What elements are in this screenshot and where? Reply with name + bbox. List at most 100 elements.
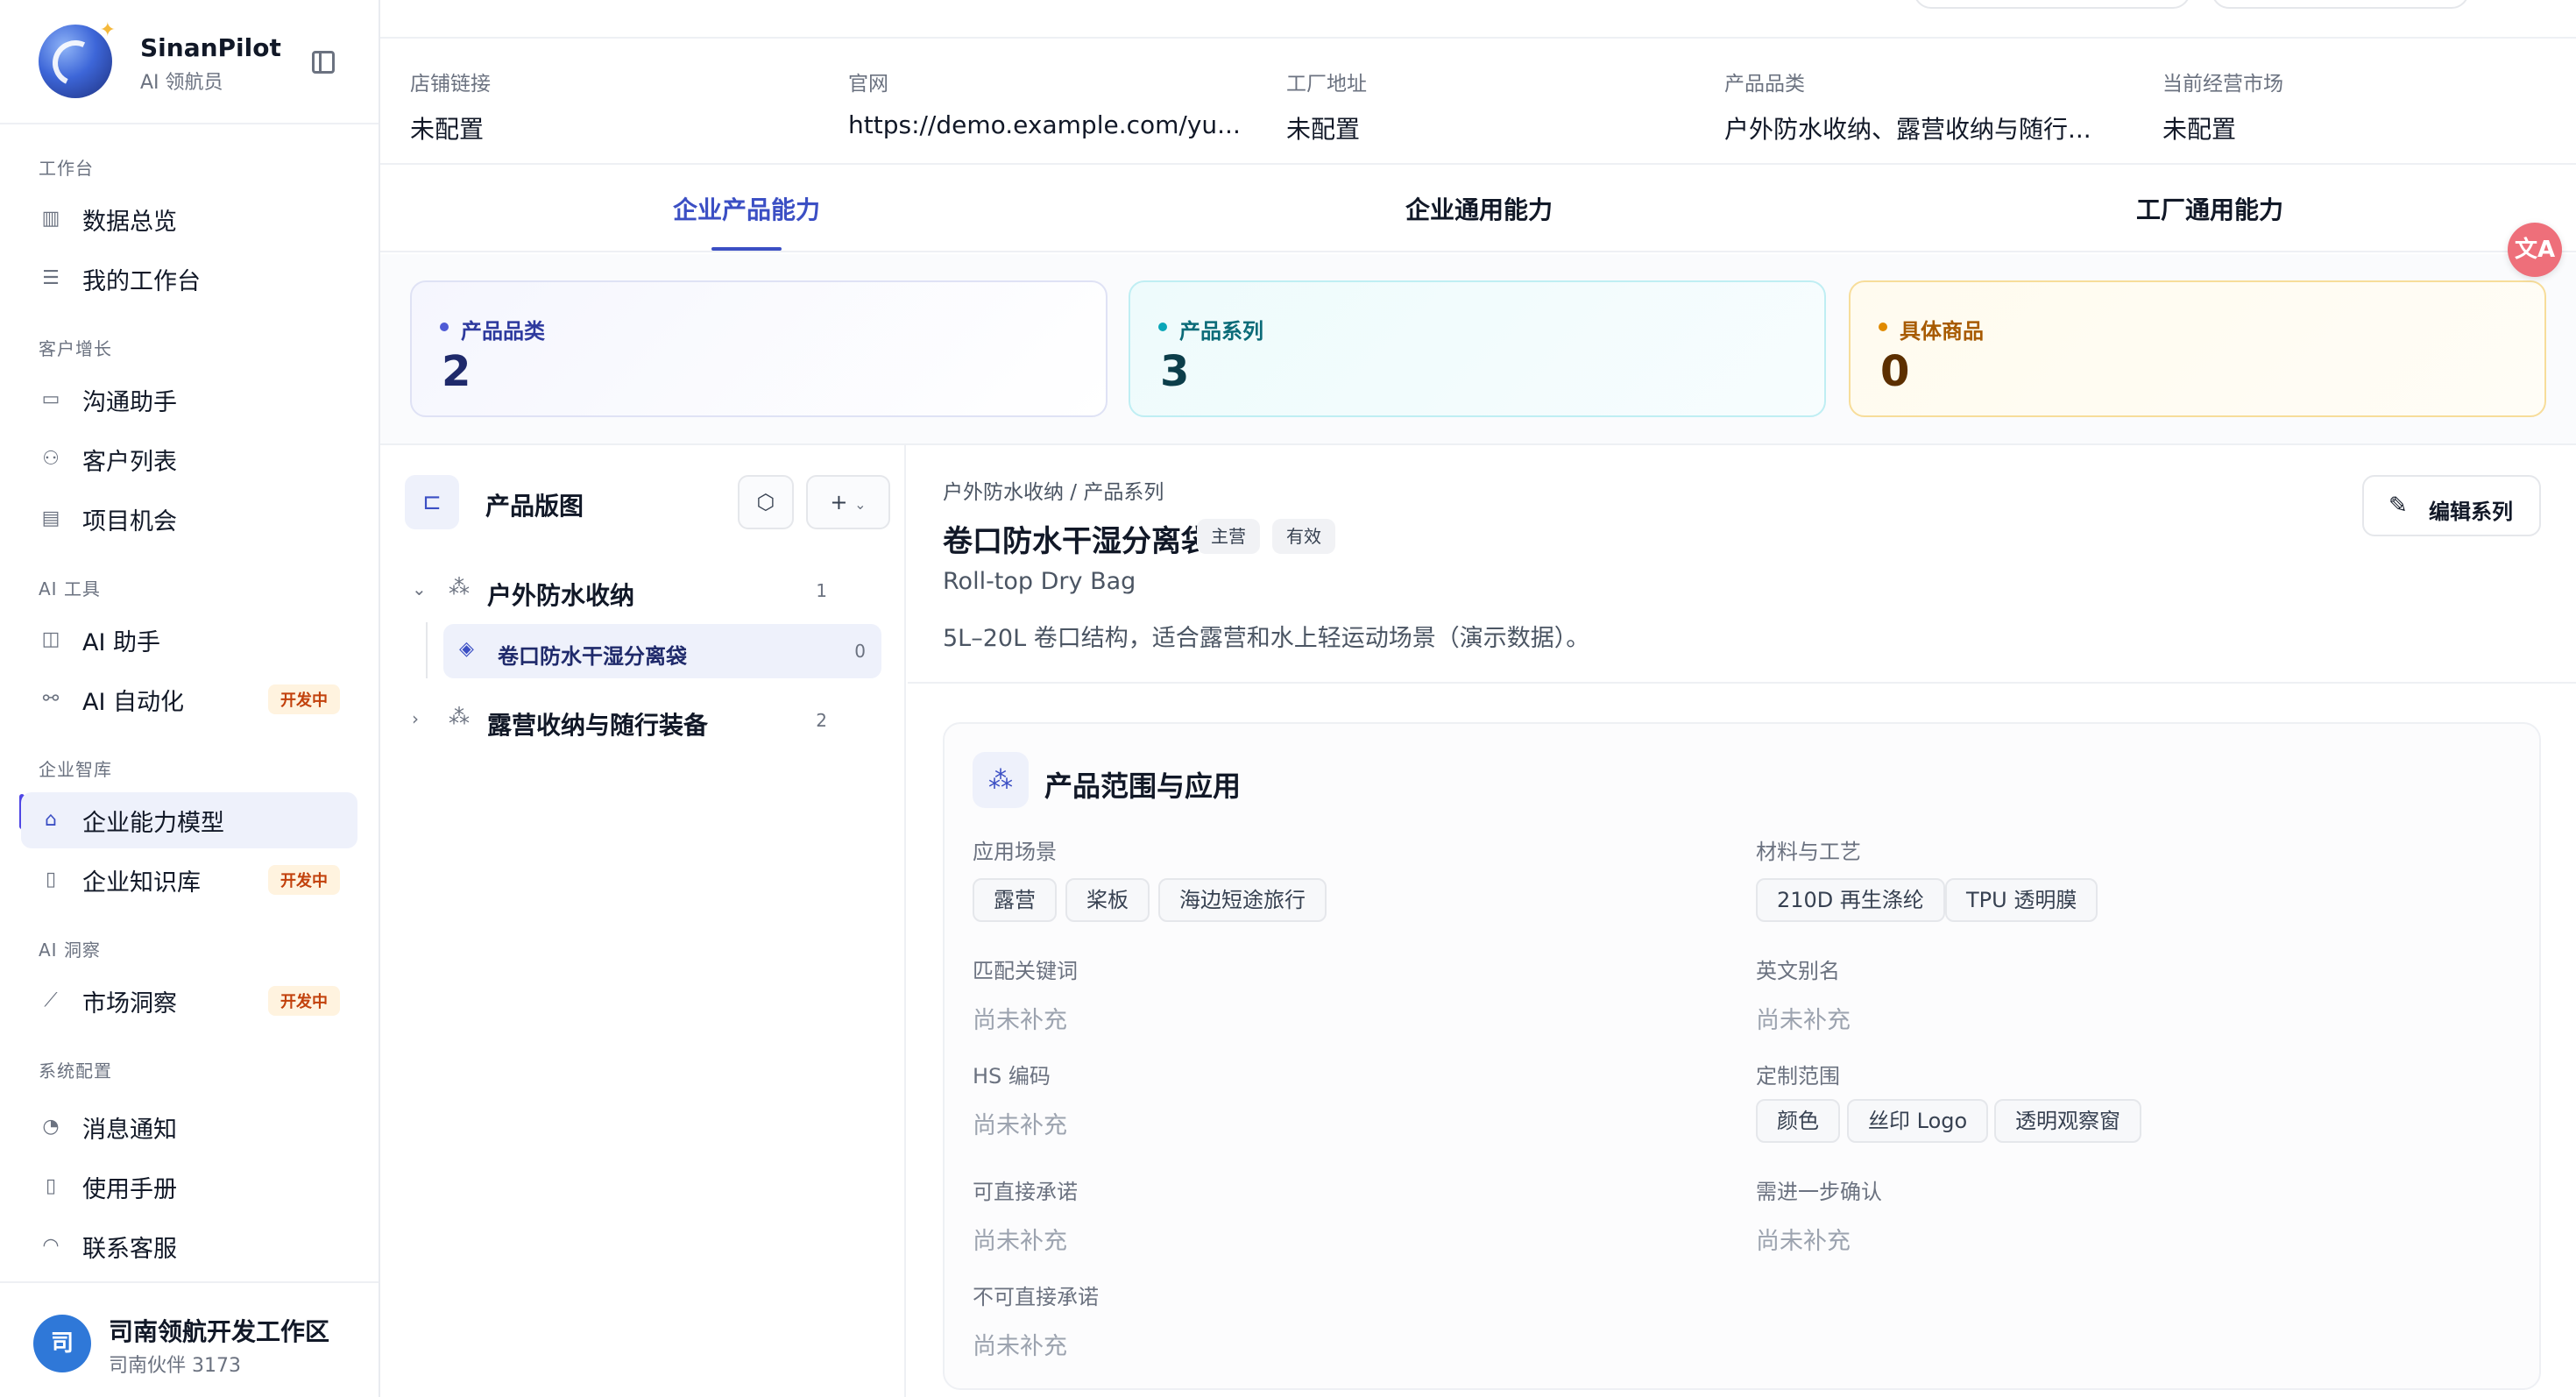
sparkle-icon: ✦ (99, 19, 116, 41)
field-label-hs-code: HS 编码 (973, 1064, 1051, 1089)
sidebar-item-knowledge-base[interactable]: ▯ 企业知识库 开发中 (21, 852, 357, 908)
info-value: 未配置 (1286, 115, 1361, 144)
nav-section-growth: 客户增长 (39, 338, 112, 359)
info-label: 当前经营市场 (2162, 73, 2283, 96)
bar-chart-icon: ▥ (41, 208, 60, 230)
dev-badge: 开发中 (268, 865, 340, 895)
field-empty-hs-code: 尚未补充 (973, 1112, 1067, 1139)
package-search-button[interactable]: ⬡ (738, 475, 794, 529)
info-label: 产品品类 (1724, 73, 1805, 96)
info-store-link: 店铺链接 未配置 (410, 67, 822, 145)
sidebar-item-my-workbench[interactable]: ☰ 我的工作台 (21, 251, 357, 307)
edit-series-button[interactable]: ✎ 编辑系列 (2362, 475, 2541, 536)
field-label-direct: 可直接承诺 (973, 1180, 1078, 1204)
line-chart-icon: ⟋ (44, 989, 58, 1011)
edit-series-label: 编辑系列 (2429, 500, 2513, 524)
workspace-name: 司南领航开发工作区 (109, 1317, 330, 1346)
tab-general-capability[interactable]: 企业通用能力 (1405, 191, 1553, 226)
chip-scenario: 海边短途旅行 (1158, 878, 1327, 922)
info-value[interactable]: https://demo.example.com/yu... (848, 110, 1260, 139)
top-button-right[interactable] (2212, 0, 2469, 9)
brand-logo: ✦ (39, 19, 116, 98)
tag-main: 主营 (1197, 519, 1260, 554)
sidebar-item-ai-automation[interactable]: ⚯ AI 自动化 开发中 (21, 671, 357, 727)
series-english-name: Roll-top Dry Bag (943, 568, 1136, 595)
tree-node-camping-gear[interactable]: › ⁂ 露营收纳与随行装备 2 (405, 694, 888, 747)
stat-label: 产品品类 (461, 319, 545, 344)
info-label: 店铺链接 (410, 73, 491, 96)
nav-section-insight: AI 洞察 (39, 940, 101, 961)
sidebar-item-communication[interactable]: ▭ 沟通助手 (21, 372, 357, 428)
workspace-subtitle: 司南伙伴 3173 (109, 1355, 241, 1377)
tree-node-outdoor-storage[interactable]: ⌄ ⁂ 户外防水收纳 1 (405, 564, 888, 617)
sidebar-item-manual[interactable]: ▯ 使用手册 (21, 1159, 357, 1215)
tree-node-label: 户外防水收纳 (487, 581, 635, 610)
scope-title: 产品范围与应用 (1044, 769, 1242, 803)
info-website: 官网 https://demo.example.com/yu... (848, 67, 1260, 139)
hierarchy-icon: ⊏ (405, 475, 459, 529)
stat-dot (1879, 323, 1887, 331)
product-map-panel: ⊏ 产品版图 ⬡ + ⌄ ⌄ ⁂ 户外防水收纳 1 ◈ 卷口防水干湿分离袋 0 … (380, 445, 906, 1397)
field-label-custom: 定制范围 (1756, 1064, 1840, 1089)
package-search-icon: ⬡ (756, 490, 775, 514)
checklist-icon: ☰ (42, 267, 60, 289)
info-label: 工厂地址 (1286, 73, 1367, 96)
company-info-row: 店铺链接 未配置 官网 https://demo.example.com/yu.… (380, 39, 2576, 165)
top-button-left[interactable] (1914, 0, 2190, 9)
nav-section-ai-tools: AI 工具 (39, 578, 101, 599)
stat-card-categories: 产品品类 2 (410, 280, 1108, 417)
chevron-down-icon[interactable]: ⌄ (412, 578, 427, 599)
stat-label: 产品系列 (1179, 319, 1263, 344)
chip-material: 210D 再生涤纶 (1756, 878, 1945, 922)
field-empty-keywords: 尚未补充 (973, 1007, 1067, 1034)
pencil-icon: ✎ (2388, 493, 2408, 519)
add-node-button[interactable]: + ⌄ (806, 475, 890, 529)
nav-section-settings: 系统配置 (39, 1060, 112, 1081)
manual-icon: ▯ (45, 1175, 57, 1197)
sidebar-item-label: 企业知识库 (82, 869, 201, 897)
chevron-right-icon[interactable]: › (412, 708, 419, 729)
translate-icon[interactable]: 文A (2508, 223, 2562, 277)
category-icon: ⁂ (973, 752, 1029, 808)
layers-icon: ◈ (459, 638, 474, 660)
product-map-title: 产品版图 (485, 492, 584, 521)
series-detail-panel: 户外防水收纳 / 产品系列 卷口防水干湿分离袋 主营 有效 Roll-top D… (908, 445, 2576, 1397)
workspace-switcher[interactable]: 司 司南领航开发工作区 司南伙伴 3173 (0, 1281, 379, 1397)
sidebar-item-notifications[interactable]: ◔ 消息通知 (21, 1099, 357, 1155)
category-icon: ⁂ (449, 705, 470, 729)
main-content: 店铺链接 未配置 官网 https://demo.example.com/yu.… (380, 0, 2576, 1397)
chip-scenario: 桨板 (1065, 878, 1150, 922)
field-empty-confirm: 尚未补充 (1756, 1228, 1851, 1255)
sidebar-item-label: 使用手册 (82, 1175, 177, 1203)
chip-custom: 颜色 (1756, 1099, 1840, 1143)
tree-node-count: 2 (816, 710, 827, 731)
tree-node-roll-top-dry-bag[interactable]: ◈ 卷口防水干湿分离袋 0 (443, 624, 881, 678)
stat-value: 3 (1160, 347, 1190, 396)
sidebar-item-customers[interactable]: ⚇ 客户列表 (21, 431, 357, 487)
chip-material: TPU 透明膜 (1945, 878, 2098, 922)
tab-factory-capability[interactable]: 工厂通用能力 (2136, 191, 2283, 226)
sidebar-item-market-insight[interactable]: ⟋ 市场洞察 开发中 (21, 973, 357, 1029)
sidebar-collapse-icon[interactable] (310, 49, 336, 75)
tree-node-count: 1 (816, 580, 827, 601)
field-label-materials: 材料与工艺 (1756, 840, 1861, 864)
sidebar-item-capability-model[interactable]: ⌂ 企业能力模型 (21, 792, 357, 848)
sidebar-item-label: 项目机会 (82, 507, 177, 535)
tab-product-capability[interactable]: 企业产品能力 (673, 191, 820, 226)
sidebar-item-ai-assistant[interactable]: ◫ AI 助手 (21, 612, 357, 668)
tag-valid: 有效 (1272, 519, 1335, 554)
sidebar-item-label: 企业能力模型 (82, 809, 224, 837)
sidebar-item-support[interactable]: ◠ 联系客服 (21, 1218, 357, 1274)
headset-icon: ◠ (42, 1235, 60, 1257)
sidebar-item-opportunities[interactable]: ▤ 项目机会 (21, 491, 357, 547)
chip-custom: 丝印 Logo (1847, 1099, 1989, 1143)
dev-badge: 开发中 (268, 986, 340, 1016)
brand-header: ✦ SinanPilot AI 领航员 (0, 0, 379, 124)
avatar: 司 (33, 1315, 91, 1372)
series-detail-header: 户外防水收纳 / 产品系列 卷口防水干湿分离袋 主营 有效 Roll-top D… (908, 445, 2576, 684)
sidebar-item-label: 我的工作台 (82, 267, 201, 295)
nav-section-knowledge: 企业智库 (39, 759, 112, 780)
brand-subtitle: AI 领航员 (140, 72, 223, 94)
category-icon: ⁂ (449, 575, 470, 599)
sidebar-item-dashboard[interactable]: ▥ 数据总览 (21, 191, 357, 247)
